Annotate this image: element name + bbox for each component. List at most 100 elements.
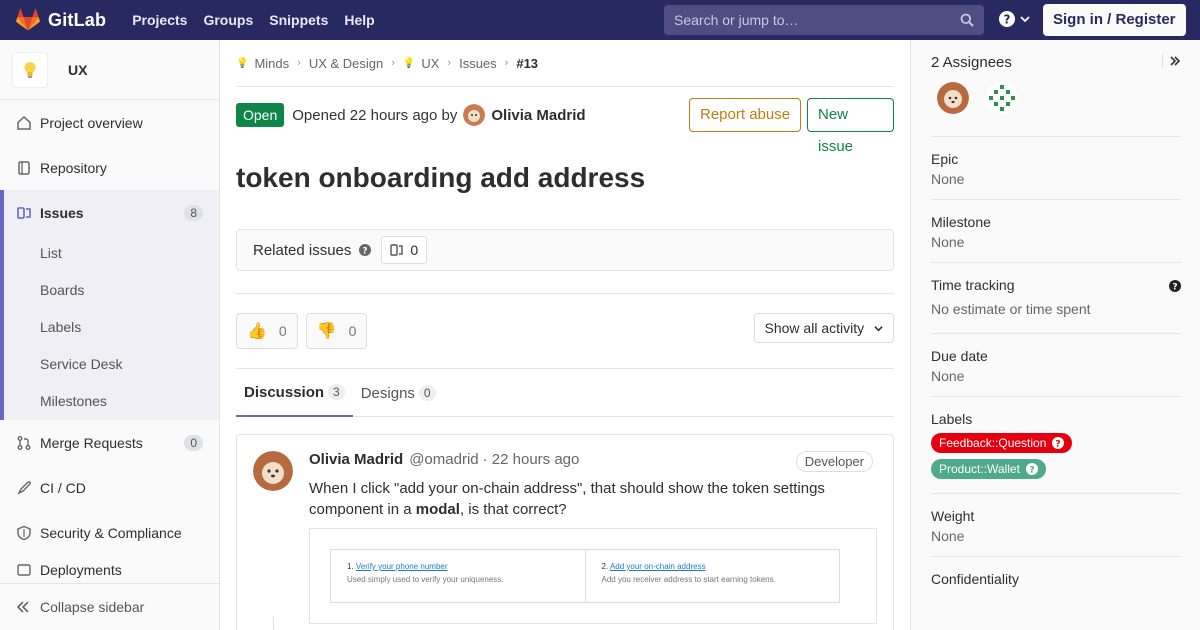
sidebar-item-project-overview[interactable]: Project overview [0,100,219,145]
sidebar-subitem-boards[interactable]: Boards [4,272,219,309]
weight-title: Weight [931,508,975,524]
nav-projects[interactable]: Projects [124,0,195,40]
discussion-note: Olivia Madrid @omadrid · 22 hours ago De… [236,434,894,630]
collapse-right-sidebar-button[interactable] [1162,54,1184,68]
due-date-value: None [931,368,965,384]
sidebar-subitem-service-desk[interactable]: Service Desk [4,346,219,383]
breadcrumb-ux[interactable]: 💡 UX [403,56,440,71]
breadcrumb-issues[interactable]: Issues [459,56,497,71]
sidebar-item-label: Security & Compliance [40,524,182,541]
activity-filter-dropdown[interactable]: Show all activity [753,313,894,343]
deployments-icon [17,564,31,576]
collapse-sidebar-button[interactable]: Collapse sidebar [0,583,219,630]
step-link[interactable]: Verify your phone number [356,562,448,571]
brand-name: GitLab [48,9,107,30]
sidebar-item-repository[interactable]: Repository [0,145,219,190]
issue-tabs: Discussion 3 Designs 0 [236,369,894,417]
confidentiality-block[interactable]: Confidentiality [931,557,1181,599]
author-name[interactable]: Olivia Madrid [491,107,585,124]
double-chevron-left-icon [16,601,29,613]
sidebar-subitem-milestones[interactable]: Milestones [4,383,219,420]
onboarding-step: 2. Add your on-chain address Add you rec… [584,550,840,602]
activity-filter-label: Show all activity [764,320,865,336]
lightbulb-icon: 💡 [402,57,416,69]
thumbs-down-icon: 👎 [316,323,337,340]
breadcrumb-issue-number[interactable]: #13 [516,56,538,71]
assignees-block: 2 Assignees [931,40,1181,137]
left-sidebar: UX Project overview Repository Issues 8 … [0,40,220,630]
sidebar-item-deployments[interactable]: Deployments [0,555,219,585]
new-issue-button[interactable]: New issue [807,98,894,155]
note-author-handle[interactable]: @omadrid [409,451,478,468]
step-number: 2. [601,562,609,571]
sidebar-item-ci-cd[interactable]: CI / CD [0,465,219,510]
note-author-avatar[interactable] [253,451,293,491]
onboarding-step: 1. Verify your phone number Used simply … [331,550,585,602]
epic-block[interactable]: Epic None [931,137,1181,200]
search-input[interactable] [674,12,960,28]
sidebar-subitem-labels[interactable]: Labels [4,309,219,346]
shield-icon [17,525,31,540]
breadcrumb-separator-icon: › [504,57,509,69]
sidebar-item-label: Deployments [40,562,122,578]
tab-designs[interactable]: Designs 0 [353,369,444,417]
issues-submenu: List Boards Labels Service Desk Mileston… [0,235,219,420]
nav-groups[interactable]: Groups [195,0,261,40]
sidebar-item-label: CI / CD [40,479,86,496]
tab-discussion[interactable]: Discussion 3 [236,369,353,417]
label-feedback-question[interactable]: Feedback::Question? [931,433,1073,453]
due-date-block[interactable]: Due date None [931,334,1181,397]
question-icon[interactable]: ? [359,244,372,256]
svg-text:?: ? [1172,283,1177,293]
milestone-block[interactable]: Milestone None [931,200,1181,263]
svg-text:?: ? [1056,440,1061,450]
sidebar-item-label: Merge Requests [40,434,143,451]
assignee-avatar[interactable] [937,82,969,114]
time-tracking-title: Time tracking [931,277,1015,293]
label-text: Feedback::Question [939,436,1047,450]
note-timestamp[interactable]: · 22 hours ago [483,451,580,468]
step-number: 1. [347,562,354,571]
breadcrumb-ux-design[interactable]: UX & Design [309,56,383,71]
issue-title: token onboarding add address [236,162,646,193]
time-tracking-block[interactable]: Time tracking ? No estimate or time spen… [931,263,1181,334]
attached-screenshot[interactable]: 1. Verify your phone number Used simply … [309,528,877,624]
weight-block[interactable]: Weight None [931,494,1181,557]
related-issues-count[interactable]: 0 [381,236,428,264]
question-icon[interactable]: ? [1169,280,1181,292]
sidebar-subitem-list[interactable]: List [4,235,219,272]
merge-requests-count-badge: 0 [184,434,203,451]
help-dropdown[interactable]: ? [998,10,1030,28]
sidebar-item-merge-requests[interactable]: Merge Requests 0 [0,420,219,465]
weight-value: None [931,528,965,544]
nav-snippets[interactable]: Snippets [261,0,336,40]
thumbs-up-icon: 👍 [247,323,267,340]
related-issues-panel: Related issues ? 0 [236,229,894,271]
chevron-down-icon [874,326,883,332]
nav-help[interactable]: Help [336,0,382,40]
author-avatar[interactable] [463,104,486,126]
step-link[interactable]: Add your on-chain address [610,562,706,571]
breadcrumb-minds[interactable]: 💡 Minds [236,56,289,71]
project-header[interactable]: UX [0,40,219,100]
tab-label: Discussion [244,383,325,401]
labels-block: Labels Feedback::Question? Product::Wall… [931,397,1181,494]
gitlab-brand[interactable]: GitLab [16,0,106,40]
role-badge: Developer [795,451,873,472]
sidebar-item-issues[interactable]: Issues 8 [0,190,219,235]
assignee-avatar[interactable] [986,82,1018,114]
rocket-icon [17,480,31,495]
sign-in-button[interactable]: Sign in / Register [1043,4,1186,36]
book-icon [18,160,30,175]
note-author-name[interactable]: Olivia Madrid [309,451,403,468]
report-abuse-button[interactable]: Report abuse [689,98,802,132]
note-text: , is that correct? [459,501,567,518]
issue-header: Open Opened 22 hours ago by Olivia Madri… [236,87,894,155]
question-icon: ? [1025,463,1038,475]
label-product-wallet[interactable]: Product::Wallet? [931,459,1046,479]
sidebar-item-security[interactable]: Security & Compliance [0,510,219,555]
thumbs-down-button[interactable]: 👎 0 [305,313,368,349]
issues-icon [390,244,404,256]
due-date-title: Due date [931,348,988,364]
thumbs-up-button[interactable]: 👍 0 [236,313,298,349]
